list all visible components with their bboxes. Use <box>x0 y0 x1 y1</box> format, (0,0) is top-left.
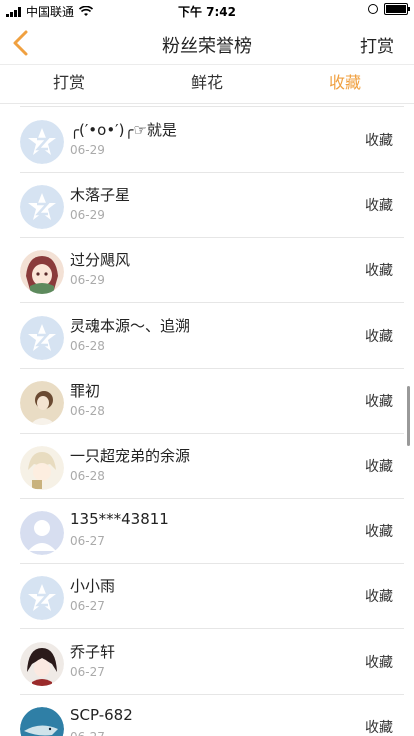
favorite-label: 收藏 <box>365 459 393 475</box>
fan-date: 06-29 <box>70 273 105 288</box>
battery-icon <box>384 3 410 15</box>
photo-avatar-icon <box>20 380 64 425</box>
avatar[interactable] <box>20 576 64 621</box>
anime-boy-avatar-icon <box>20 446 64 490</box>
fan-date: 06-27 <box>70 599 105 614</box>
status-time: 下午 7:42 <box>177 5 237 19</box>
rotation-lock-icon <box>368 4 378 14</box>
nav-bar: 粉丝荣誉榜 打赏 <box>0 22 414 64</box>
default-star-avatar-icon <box>20 576 64 621</box>
fan-name: 过分飓风 <box>70 251 131 270</box>
fan-date: 06-27 <box>70 664 105 679</box>
fan-name: SCP-682 <box>70 705 133 724</box>
fan-row[interactable]: 罪初 06-28 收藏 <box>0 369 414 434</box>
page-title: 粉丝荣誉榜 <box>162 36 252 57</box>
fan-name: 一只超宠弟的余源 <box>70 447 191 465</box>
favorite-label: 收藏 <box>365 654 393 671</box>
fan-row[interactable]: ╭(′•ο•′)╭☞就是 06-29 收藏 <box>0 108 414 173</box>
status-right <box>368 3 410 15</box>
fan-row[interactable]: 灵魂本源～、追溯 06-28 收藏 <box>0 304 414 369</box>
tab-reward[interactable]: 打赏 <box>0 65 138 103</box>
avatar[interactable] <box>20 120 64 164</box>
fan-name: 木落子星 <box>70 186 131 205</box>
anime-girl-avatar-icon <box>20 250 64 295</box>
fan-row[interactable]: 一只超宠弟的余源 06-28 收藏 <box>0 434 414 499</box>
default-star-avatar-icon <box>20 120 64 164</box>
fan-date: 06-29 <box>70 143 105 157</box>
avatar[interactable] <box>20 446 64 490</box>
avatar[interactable] <box>20 380 64 425</box>
fan-name: 小小雨 <box>70 577 116 596</box>
fan-name: 乔子轩 <box>70 642 116 661</box>
reward-button[interactable]: 打赏 <box>360 32 394 57</box>
fan-name: 罪初 <box>70 381 101 400</box>
fan-date: 06-27 <box>70 730 105 736</box>
fan-name: ╭(′•ο•′)╭☞就是 <box>70 121 177 139</box>
fan-row[interactable]: 小小雨 06-27 收藏 <box>0 564 414 630</box>
fan-date: 06-27 <box>70 534 105 549</box>
fan-date: 06-28 <box>70 338 105 353</box>
fan-name: 135***43811 <box>70 510 169 529</box>
favorite-label: 收藏 <box>365 719 393 736</box>
fan-list[interactable]: ╭(′•ο•′)╭☞就是 06-29 收藏 木落子星 06-29 收藏 过分飓风 06-29 收… <box>0 104 414 736</box>
avatar[interactable] <box>20 511 64 556</box>
favorite-label: 收藏 <box>365 393 393 410</box>
fan-date: 06-28 <box>70 403 105 418</box>
avatar[interactable] <box>20 706 64 736</box>
default-star-avatar-icon <box>20 185 64 230</box>
fan-name: 灵魂本源～、追溯 <box>70 316 191 335</box>
person-silhouette-avatar-icon <box>20 511 64 556</box>
fan-row[interactable]: 木落子星 06-29 收藏 <box>0 173 414 239</box>
tab-bar: 打赏 鲜花 收藏 <box>0 64 414 104</box>
anime-dark-avatar-icon <box>20 641 64 686</box>
scrollbar[interactable] <box>407 386 410 446</box>
fan-date: 06-29 <box>70 208 105 223</box>
favorite-label: 收藏 <box>365 524 393 541</box>
fan-row[interactable]: 135***43811 06-27 收藏 <box>0 499 414 565</box>
avatar[interactable] <box>20 315 64 360</box>
favorite-label: 收藏 <box>365 589 393 606</box>
fan-row[interactable]: 过分飓风 06-29 收藏 <box>0 238 414 304</box>
status-bar: 中国联通 下午 7:42 <box>0 0 414 22</box>
avatar[interactable] <box>20 185 64 230</box>
tab-favorites[interactable]: 收藏 <box>276 65 414 103</box>
favorite-label: 收藏 <box>365 328 393 345</box>
avatar[interactable] <box>20 250 64 295</box>
fan-row[interactable]: SCP-682 06-27 收藏 <box>0 695 414 736</box>
favorite-label: 收藏 <box>365 198 393 215</box>
fan-row[interactable]: 乔子轩 06-27 收藏 <box>0 630 414 695</box>
avatar[interactable] <box>20 641 64 686</box>
tab-flowers[interactable]: 鲜花 <box>138 65 276 103</box>
default-star-avatar-icon <box>20 315 64 360</box>
favorite-label: 收藏 <box>365 133 393 149</box>
favorite-label: 收藏 <box>365 263 393 280</box>
shark-avatar-icon <box>20 706 64 736</box>
divider <box>20 106 404 107</box>
fan-date: 06-28 <box>70 469 105 483</box>
